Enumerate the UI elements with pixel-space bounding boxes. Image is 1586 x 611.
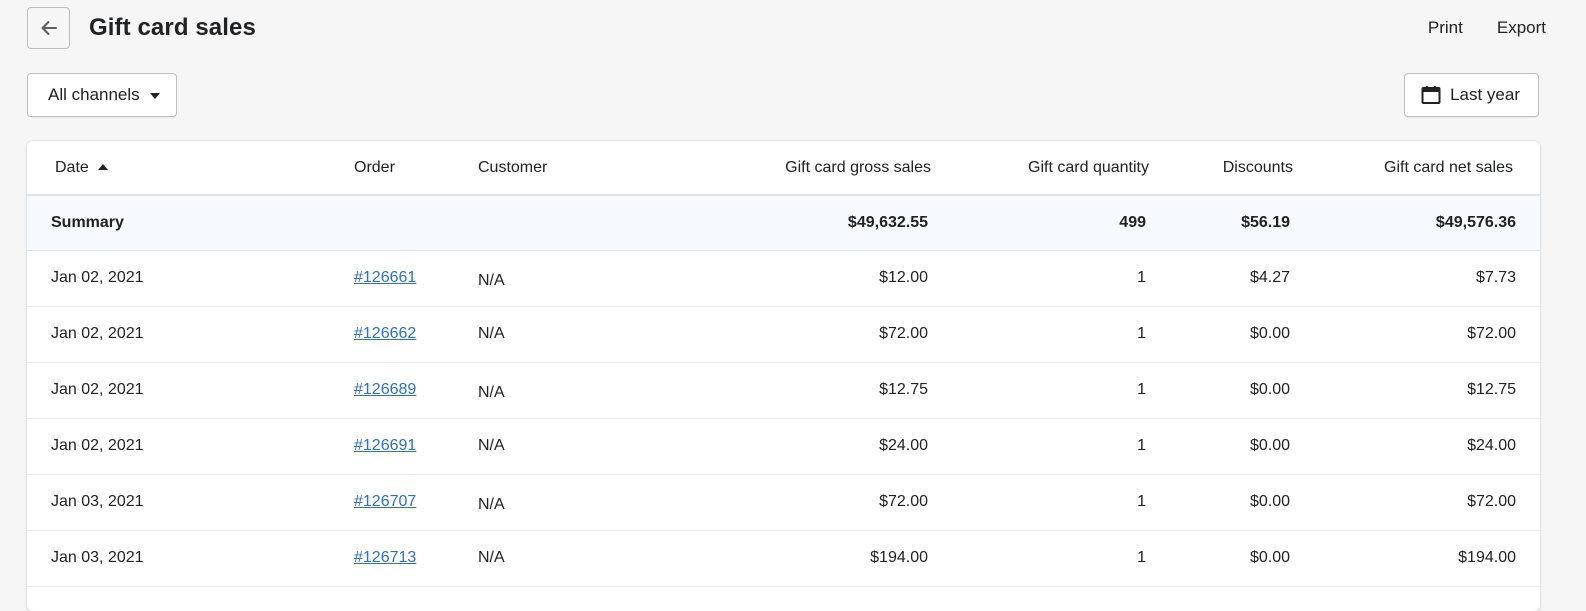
order-link[interactable]: #126689 — [354, 381, 416, 398]
order-link[interactable]: #126661 — [354, 269, 416, 286]
row-quantity: 1 — [931, 250, 1149, 307]
gift-card-sales-table: Date Order Customer Gift card gross sale… — [27, 141, 1540, 587]
report-table-card: Date Order Customer Gift card gross sale… — [27, 141, 1540, 611]
header-actions: Print Export — [1428, 18, 1559, 38]
row-discounts: $0.00 — [1149, 474, 1293, 531]
page-title: Gift card sales — [89, 14, 256, 41]
row-date: Jan 02, 2021 — [27, 306, 354, 363]
row-quantity: 1 — [931, 362, 1149, 419]
row-discounts: $0.00 — [1149, 530, 1293, 587]
table-row: Jan 03, 2021 #126713 N/A $194.00 1 $0.00… — [27, 530, 1540, 587]
row-gross-sales: $12.00 — [706, 250, 931, 307]
row-date: Jan 02, 2021 — [27, 418, 354, 475]
summary-row: Summary $49,632.55 499 $56.19 $49,576.36 — [27, 195, 1540, 251]
column-header-customer[interactable]: Customer — [478, 141, 706, 196]
summary-gross-sales: $49,632.55 — [706, 195, 931, 251]
row-net-sales: $24.00 — [1293, 418, 1540, 475]
table-row: Jan 02, 2021 #126691 N/A $24.00 1 $0.00 … — [27, 418, 1540, 475]
order-link[interactable]: #126713 — [354, 549, 416, 566]
row-discounts: $4.27 — [1149, 250, 1293, 307]
table-row: Jan 03, 2021 #126707 N/A $72.00 1 $0.00 … — [27, 474, 1540, 531]
row-quantity: 1 — [931, 418, 1149, 475]
column-header-discounts[interactable]: Discounts — [1149, 141, 1293, 196]
channel-select-label: All channels — [48, 85, 140, 104]
row-customer: N/A — [478, 325, 505, 342]
column-header-date[interactable]: Date — [27, 141, 354, 196]
row-net-sales: $72.00 — [1293, 474, 1540, 531]
row-customer: N/A — [478, 549, 505, 566]
order-link[interactable]: #126691 — [354, 437, 416, 454]
column-header-gross-sales[interactable]: Gift card gross sales — [706, 141, 931, 196]
row-customer: N/A — [478, 437, 505, 454]
row-net-sales: $72.00 — [1293, 306, 1540, 363]
row-customer: N/A — [478, 384, 505, 401]
summary-net-sales: $49,576.36 — [1293, 195, 1540, 251]
row-gross-sales: $72.00 — [706, 474, 931, 531]
date-range-button[interactable]: Last year — [1404, 73, 1539, 117]
row-date: Jan 02, 2021 — [27, 250, 354, 307]
arrow-left-icon — [41, 21, 57, 35]
summary-quantity: 499 — [931, 195, 1149, 251]
caret-down-icon — [149, 92, 160, 99]
row-customer: N/A — [478, 496, 505, 513]
row-net-sales: $12.75 — [1293, 362, 1540, 419]
channel-select[interactable]: All channels — [27, 73, 177, 117]
row-discounts: $0.00 — [1149, 306, 1293, 363]
column-header-quantity[interactable]: Gift card quantity — [931, 141, 1149, 196]
row-gross-sales: $72.00 — [706, 306, 931, 363]
row-net-sales: $7.73 — [1293, 250, 1540, 307]
row-gross-sales: $194.00 — [706, 530, 931, 587]
row-quantity: 1 — [931, 306, 1149, 363]
back-button[interactable] — [27, 7, 70, 49]
order-link[interactable]: #126662 — [354, 325, 416, 342]
row-date: Jan 02, 2021 — [27, 362, 354, 419]
row-quantity: 1 — [931, 474, 1149, 531]
page-header: Gift card sales Print Export — [27, 7, 1559, 49]
column-header-net-sales[interactable]: Gift card net sales — [1293, 141, 1540, 196]
summary-discounts: $56.19 — [1149, 195, 1293, 251]
row-customer: N/A — [478, 272, 505, 289]
export-button[interactable]: Export — [1497, 18, 1546, 38]
table-row: Jan 02, 2021 #126662 N/A $72.00 1 $0.00 … — [27, 306, 1540, 363]
table-header-row: Date Order Customer Gift card gross sale… — [27, 141, 1540, 196]
row-discounts: $0.00 — [1149, 418, 1293, 475]
column-header-order[interactable]: Order — [354, 141, 478, 196]
sort-ascending-icon — [97, 163, 108, 170]
row-date: Jan 03, 2021 — [27, 530, 354, 587]
table-body: Summary $49,632.55 499 $56.19 $49,576.36… — [27, 195, 1540, 587]
print-button[interactable]: Print — [1428, 18, 1463, 38]
row-discounts: $0.00 — [1149, 362, 1293, 419]
filter-bar: All channels Last year — [27, 73, 1539, 117]
calendar-icon — [1421, 86, 1441, 104]
order-link[interactable]: #126707 — [354, 493, 416, 510]
row-quantity: 1 — [931, 530, 1149, 587]
table-row: Jan 02, 2021 #126689 N/A $12.75 1 $0.00 … — [27, 362, 1540, 419]
summary-label: Summary — [27, 195, 354, 251]
row-net-sales: $194.00 — [1293, 530, 1540, 587]
row-gross-sales: $12.75 — [706, 362, 931, 419]
table-row: Jan 02, 2021 #126661 N/A $12.00 1 $4.27 … — [27, 250, 1540, 307]
date-range-label: Last year — [1450, 85, 1520, 104]
row-date: Jan 03, 2021 — [27, 474, 354, 531]
row-gross-sales: $24.00 — [706, 418, 931, 475]
